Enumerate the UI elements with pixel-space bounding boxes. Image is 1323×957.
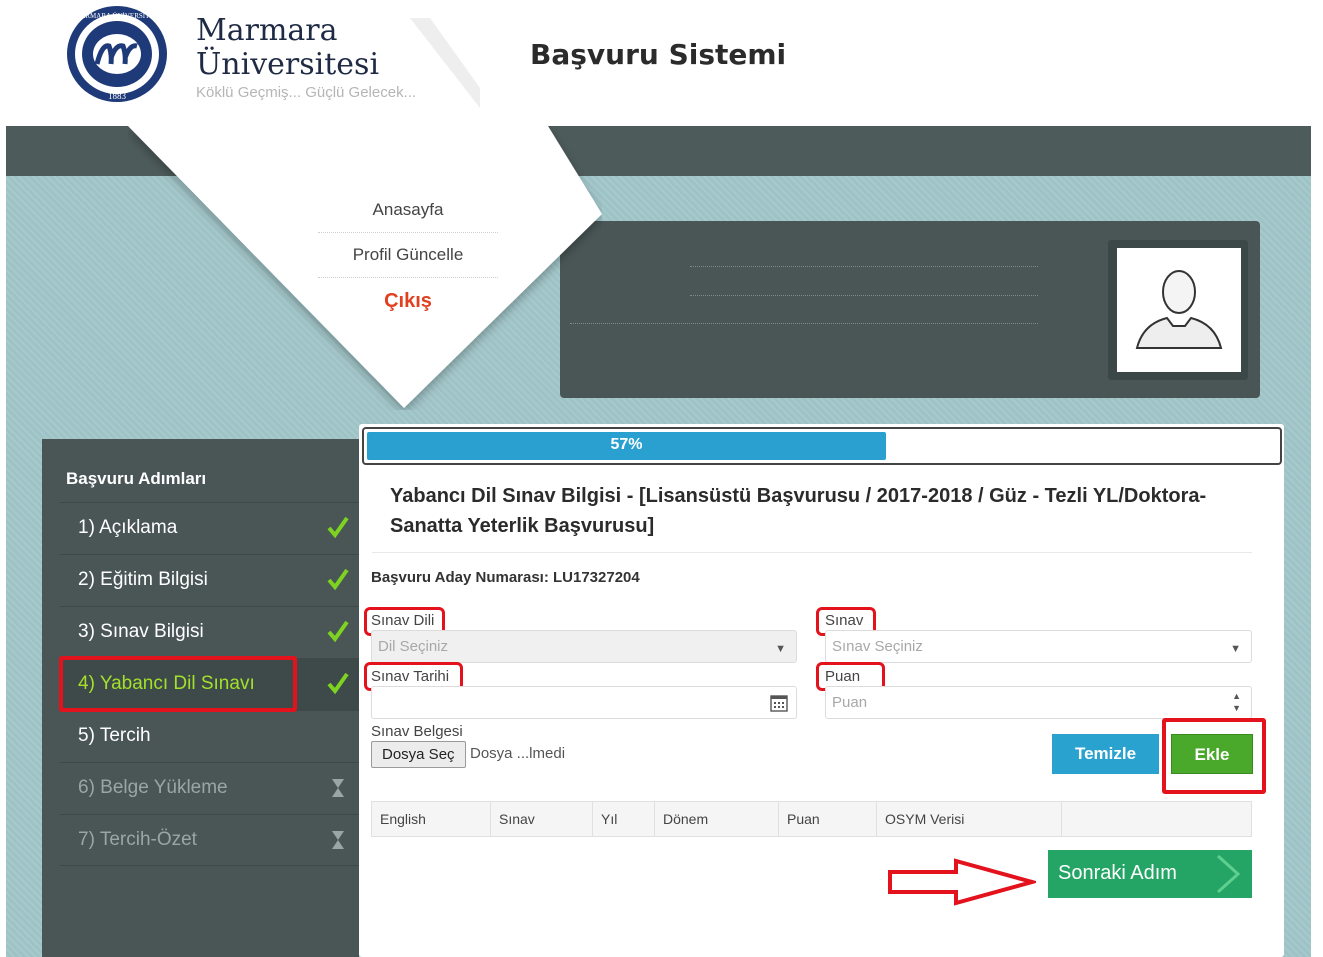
annotation-highlight-active-step <box>59 656 297 712</box>
file-status-text: Dosya ...lmedi <box>470 745 566 762</box>
step-5-preference[interactable]: 5) Tercih <box>60 710 359 762</box>
check-icon <box>327 568 349 591</box>
annotation-add-button <box>1162 718 1266 794</box>
column-header: Sınav <box>491 802 593 836</box>
sidebar-title: Başvuru Adımları <box>66 469 207 488</box>
menu-logout-link[interactable]: Çıkış <box>318 290 498 313</box>
step-1-description[interactable]: 1) Açıklama <box>60 502 359 554</box>
chevron-down-icon: ▼ <box>1230 643 1241 655</box>
step-label: 1) Açıklama <box>78 517 178 538</box>
step-3-exam-info[interactable]: 3) Sınav Bilgisi <box>60 606 359 658</box>
column-header: OSYM Verisi <box>877 802 1062 836</box>
step-label: 7) Tercih-Özet <box>78 829 197 850</box>
brand-name-line1: Marmara <box>196 13 338 48</box>
step-label: 5) Tercih <box>78 725 151 746</box>
brand-tagline: Köklü Geçmiş... Güçlü Gelecek... <box>196 84 417 101</box>
chevron-down-icon: ▼ <box>775 643 786 655</box>
step-6-document-upload: 6) Belge Yükleme <box>60 762 359 814</box>
column-header: Yıl <box>593 802 655 836</box>
column-header: English <box>372 802 491 836</box>
exam-language-value: Dil Seçiniz <box>378 638 449 655</box>
hourglass-icon <box>332 831 344 849</box>
hourglass-icon <box>332 779 344 797</box>
choose-file-button[interactable]: Dosya Seç <box>371 741 466 768</box>
applicant-number: Başvuru Aday Numarası: LU17327204 <box>371 569 640 586</box>
exam-date-input[interactable] <box>371 686 797 719</box>
step-7-preference-summary: 7) Tercih-Özet <box>60 814 359 866</box>
menu-separator <box>318 232 498 233</box>
column-header: Puan <box>779 802 877 836</box>
calendar-icon[interactable] <box>770 694 788 712</box>
menu-separator <box>318 277 498 278</box>
progress-bar: 57% <box>362 427 1282 465</box>
header: 1883 MARMARA ÜNİVERSİTESİ Marmara Üniver… <box>0 0 1323 126</box>
annotation-arrow <box>888 858 1036 906</box>
step-label: 2) Eğitim Bilgisi <box>78 569 208 590</box>
seal-year: 1883 <box>108 91 127 101</box>
next-step-button[interactable]: Sonraki Adım <box>1048 850 1252 898</box>
exam-language-select[interactable]: Dil Seçiniz ▼ <box>371 630 797 663</box>
menu-home-link[interactable]: Anasayfa <box>318 200 498 220</box>
chevron-right-icon <box>1216 854 1241 894</box>
exam-table-header: English Sınav Yıl Dönem Puan OSYM Verisi <box>371 801 1252 837</box>
progress-percent: 57% <box>610 436 643 453</box>
check-icon <box>327 672 349 695</box>
diamond-menu-background <box>128 126 602 408</box>
profile-line <box>690 295 1038 296</box>
column-header: Dönem <box>655 802 779 836</box>
number-spinner-icon[interactable]: ▲ ▼ <box>1232 690 1241 714</box>
score-input[interactable]: Puan ▲ ▼ <box>825 686 1252 719</box>
score-placeholder: Puan <box>832 694 868 711</box>
clear-button[interactable]: Temizle <box>1052 734 1159 774</box>
exam-value: Sınav Seçiniz <box>832 638 923 655</box>
next-step-label: Sonraki Adım <box>1058 862 1177 884</box>
menu-profile-update-link[interactable]: Profil Güncelle <box>318 245 498 265</box>
exam-select[interactable]: Sınav Seçiniz ▼ <box>825 630 1252 663</box>
app-title: Başvuru Sistemi <box>530 38 787 71</box>
title-divider <box>372 552 1252 553</box>
profile-line <box>690 266 1038 267</box>
university-seal-logo[interactable]: 1883 MARMARA ÜNİVERSİTESİ <box>64 4 170 104</box>
column-header <box>1062 802 1251 836</box>
progress-fill: 57% <box>367 432 886 460</box>
check-icon <box>327 620 349 643</box>
step-label: 6) Belge Yükleme <box>78 777 228 798</box>
avatar[interactable] <box>1117 248 1241 372</box>
seal-text: MARMARA ÜNİVERSİTESİ <box>74 12 160 20</box>
step-2-education[interactable]: 2) Eğitim Bilgisi <box>60 554 359 606</box>
brand-name-line2: Üniversitesi <box>196 47 380 82</box>
step-label: 3) Sınav Bilgisi <box>78 621 204 642</box>
profile-line <box>570 323 1038 324</box>
header-divider-shape <box>410 18 480 108</box>
check-icon <box>327 516 349 539</box>
form-title: Yabancı Dil Sınav Bilgisi - [Lisansüstü … <box>390 485 1207 537</box>
exam-document-label: Sınav Belgesi <box>371 723 463 740</box>
